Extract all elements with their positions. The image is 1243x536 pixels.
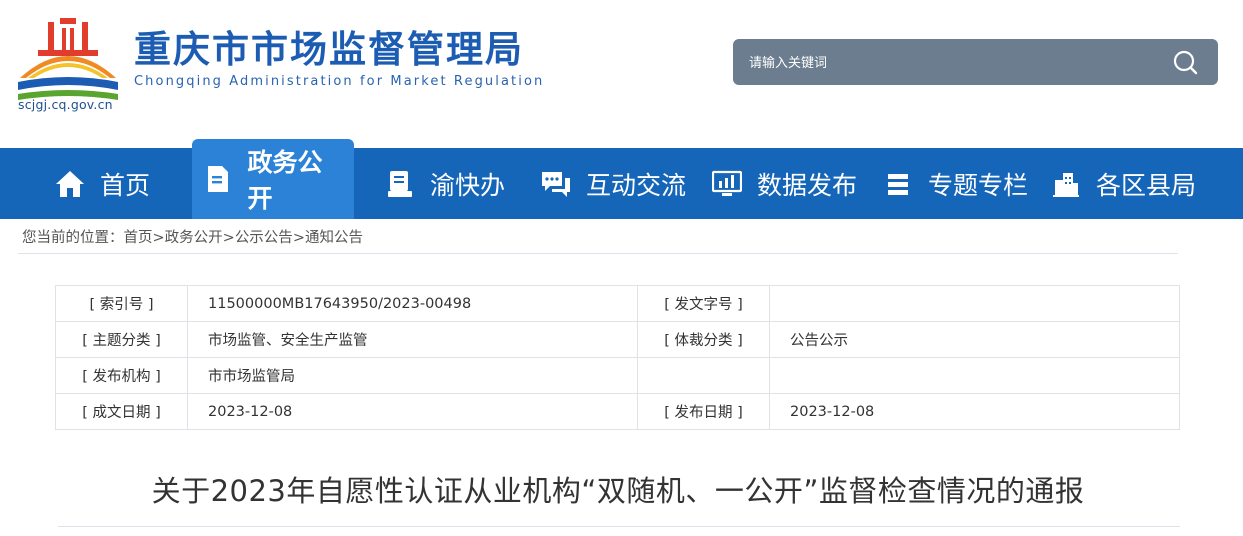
nav-item-data[interactable]: 数据发布 [711, 148, 857, 219]
article-title: 关于2023年自愿性认证从业机构“双随机、一公开”监督检查情况的通报 [151, 474, 1085, 508]
meta-key: [ 发布日期 ] [637, 393, 770, 430]
document-metadata-table: [ 索引号 ] 11500000MB17643950/2023-00498 [ … [55, 285, 1180, 430]
table-row: [ 成文日期 ] 2023-12-08 [ 发布日期 ] 2023-12-08 [55, 393, 1180, 430]
divider [18, 253, 1178, 254]
breadcrumb-separator: > [152, 230, 165, 246]
document-icon [202, 163, 234, 195]
meta-key: [ 主题分类 ] [55, 321, 188, 358]
site-domain: scjgj.cq.gov.cn [18, 97, 113, 112]
table-row: [ 主题分类 ] 市场监管、安全生产监管 [ 体裁分类 ] 公告公示 [55, 321, 1180, 358]
main-nav: 首页 政务公开 渝快办 互动交流 数据发布 专题专栏 各区县局 [0, 139, 1243, 219]
meta-value: 2023-12-08 [187, 393, 638, 430]
search-icon[interactable] [1172, 49, 1198, 75]
breadcrumb-separator: > [222, 230, 235, 246]
table-row: [ 索引号 ] 11500000MB17643950/2023-00498 [ … [55, 285, 1180, 322]
divider [58, 526, 1180, 527]
nav-item-interaction[interactable]: 互动交流 [540, 148, 686, 219]
nav-item-label: 首页 [100, 170, 151, 200]
buildings-icon [1050, 168, 1082, 200]
meta-value [769, 357, 1180, 394]
nav-item-districts[interactable]: 各区县局 [1050, 148, 1196, 219]
stack-icon [882, 168, 914, 200]
search-bar [733, 39, 1218, 87]
site-header: scjgj.cq.gov.cn 重庆市市场监督管理局 Chongqing Adm… [0, 0, 1243, 148]
nav-item-home[interactable]: 首页 [54, 148, 150, 219]
nav-item-label: 各区县局 [1096, 170, 1197, 200]
breadcrumb-item-government-affairs[interactable]: 政务公开 [165, 230, 223, 246]
meta-value: 市市场监管局 [187, 357, 638, 394]
chat-icon [540, 168, 572, 200]
home-icon [54, 168, 86, 200]
breadcrumb-item-home[interactable]: 首页 [124, 230, 153, 246]
breadcrumb-item-notices[interactable]: 通知公告 [305, 230, 363, 246]
meta-value: 11500000MB17643950/2023-00498 [187, 285, 638, 322]
meta-value [769, 285, 1180, 322]
nav-item-special[interactable]: 专题专栏 [882, 148, 1028, 219]
nav-item-label: 专题专栏 [928, 170, 1029, 200]
nav-item-label: 互动交流 [586, 170, 687, 200]
table-row: [ 发布机构 ] 市市场监管局 [55, 357, 1180, 394]
breadcrumb-prefix: 您当前的位置： [22, 230, 124, 246]
breadcrumb-item-announcements[interactable]: 公示公告 [235, 230, 293, 246]
meta-key: [ 发布机构 ] [55, 357, 188, 394]
breadcrumb-separator: > [292, 230, 305, 246]
meta-key: [ 索引号 ] [55, 285, 188, 322]
site-title[interactable]: 重庆市市场监督管理局 [134, 28, 524, 72]
nav-item-label: 政务公开 [247, 148, 323, 213]
nav-item-government-affairs[interactable]: 政务公开 [192, 139, 354, 219]
monitor-chart-icon [711, 168, 743, 200]
nav-item-label: 渝快办 [430, 170, 506, 200]
meta-key [637, 357, 770, 394]
site-subtitle: Chongqing Administration for Market Regu… [134, 74, 545, 89]
meta-key: [ 成文日期 ] [55, 393, 188, 430]
nav-item-yukuaiban[interactable]: 渝快办 [384, 148, 505, 219]
meta-key: [ 体裁分类 ] [637, 321, 770, 358]
nav-item-label: 数据发布 [757, 170, 858, 200]
meta-key: [ 发文字号 ] [637, 285, 770, 322]
breadcrumb: 您当前的位置：首页>政务公开>公示公告>通知公告 [22, 226, 363, 247]
search-input[interactable] [733, 39, 1171, 87]
meta-value: 2023-12-08 [769, 393, 1180, 430]
meta-value: 公告公示 [769, 321, 1180, 358]
meta-value: 市场监管、安全生产监管 [187, 321, 638, 358]
handbook-icon [384, 168, 416, 200]
